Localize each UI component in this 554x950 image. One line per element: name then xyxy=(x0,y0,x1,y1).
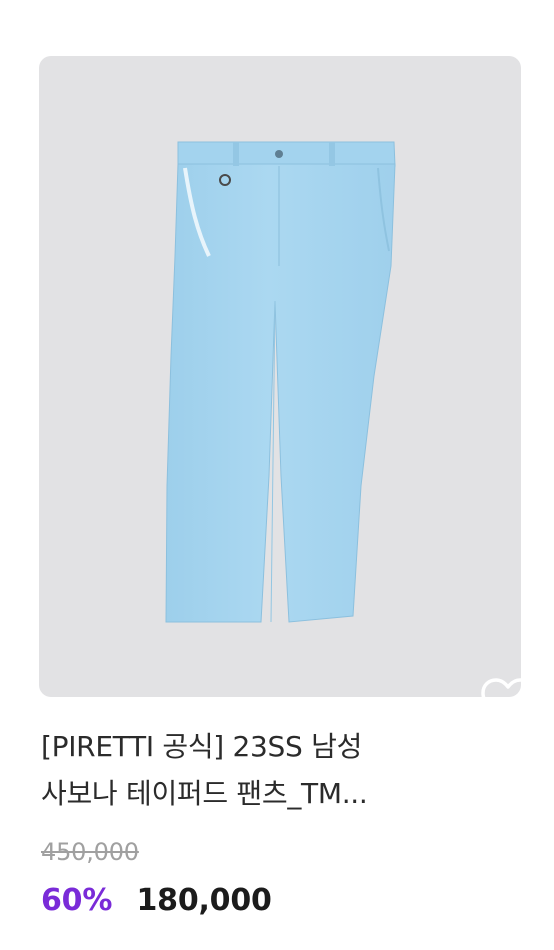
pants-image xyxy=(165,141,396,623)
price-row: 60% 180,000 xyxy=(41,883,272,918)
product-title[interactable]: [PIRETTI 공식] 23SS 남성 사보나 테이퍼드 팬츠_TM... xyxy=(41,723,511,817)
discount-rate: 60% xyxy=(41,883,113,918)
product-image[interactable] xyxy=(39,56,521,697)
product-card[interactable]: [PIRETTI 공식] 23SS 남성 사보나 테이퍼드 팬츠_TM... 4… xyxy=(0,0,554,950)
wishlist-heart-icon[interactable] xyxy=(479,676,521,697)
original-price: 450,000 xyxy=(41,838,139,866)
product-title-line1: [PIRETTI 공식] 23SS 남성 xyxy=(41,730,363,763)
product-title-line2: 사보나 테이퍼드 팬츠_TM... xyxy=(41,777,368,810)
sale-price: 180,000 xyxy=(136,883,272,918)
